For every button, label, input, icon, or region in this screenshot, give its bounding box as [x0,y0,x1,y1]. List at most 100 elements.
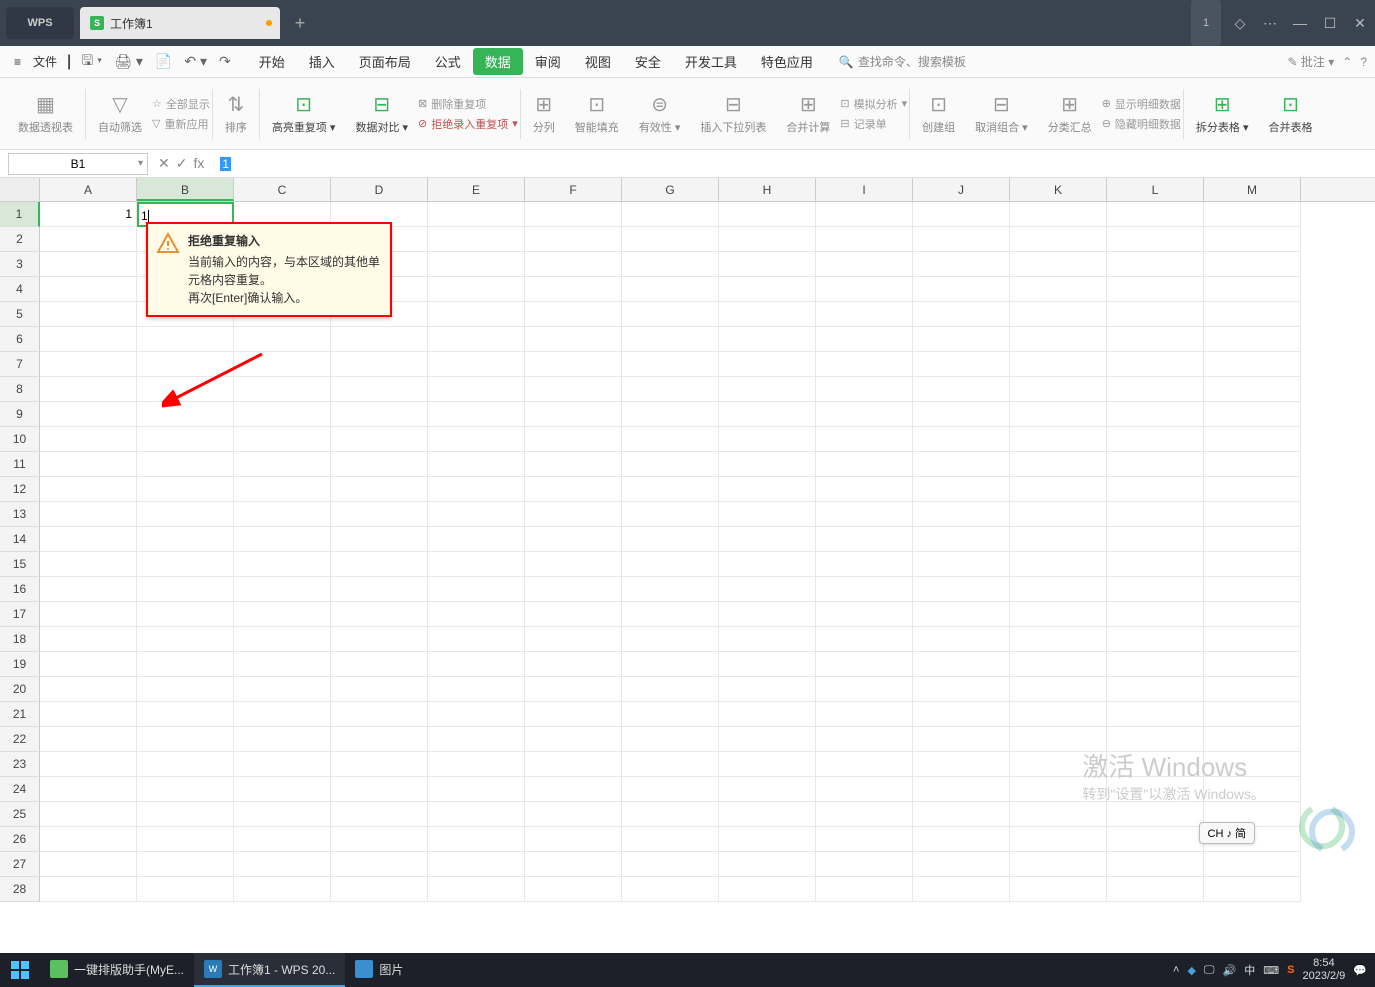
cell[interactable] [137,527,234,552]
cell[interactable] [428,202,525,227]
validation-button[interactable]: ⊜有效性 ▾ [629,78,691,149]
print-icon[interactable]: 🖨 ▾ [108,49,149,74]
cell[interactable] [525,277,622,302]
cell[interactable] [622,702,719,727]
cell[interactable] [913,752,1010,777]
cell[interactable] [719,852,816,877]
cell[interactable] [816,677,913,702]
pivot-table-button[interactable]: ▦数据透视表 [8,78,83,149]
cell[interactable] [1107,527,1204,552]
cell[interactable] [1010,627,1107,652]
row-header[interactable]: 2 [0,227,40,252]
cell[interactable] [816,802,913,827]
cell[interactable] [719,252,816,277]
col-header-b[interactable]: B [137,178,234,201]
cell[interactable] [719,352,816,377]
cell[interactable] [1204,377,1301,402]
cell[interactable] [1107,452,1204,477]
cell[interactable] [137,702,234,727]
cell[interactable] [816,777,913,802]
maximize-button[interactable]: ☐ [1315,0,1345,46]
cancel-edit-icon[interactable]: ✕ [158,155,170,172]
data-compare-button[interactable]: ⊟数据对比 ▾ [345,78,418,149]
comments-button[interactable]: ✎ 批注 ▾ [1287,53,1334,70]
taskbar-item[interactable]: 图片 [345,953,413,987]
cell[interactable] [622,227,719,252]
cell[interactable] [1107,477,1204,502]
cell[interactable] [913,577,1010,602]
cell[interactable] [719,552,816,577]
row-header[interactable]: 10 [0,427,40,452]
start-button[interactable] [0,953,40,987]
command-search[interactable]: 🔍 查找命令、搜索模板 [839,53,966,70]
cell[interactable] [428,602,525,627]
row-header[interactable]: 13 [0,502,40,527]
cell[interactable] [428,277,525,302]
cell[interactable] [137,852,234,877]
cell[interactable] [719,652,816,677]
row-header[interactable]: 7 [0,352,40,377]
cell[interactable] [40,777,137,802]
cell[interactable] [719,777,816,802]
cell[interactable] [1010,877,1107,902]
cell[interactable] [137,577,234,602]
cell[interactable] [1107,302,1204,327]
cell[interactable] [234,527,331,552]
cell[interactable] [331,877,428,902]
cell[interactable] [234,877,331,902]
system-tray[interactable]: ˄ ◆ 🖵 🔊 中 ⌨ S 8:54 2023/2/9 💬 [1173,957,1375,983]
row-header[interactable]: 27 [0,852,40,877]
cell[interactable] [719,277,816,302]
cell[interactable] [913,602,1010,627]
cell[interactable] [137,327,234,352]
cell[interactable] [525,202,622,227]
cell[interactable] [816,502,913,527]
cell[interactable] [234,627,331,652]
cell[interactable] [331,827,428,852]
spreadsheet-grid[interactable]: A B C D E F G H I J K L M 11123456789101… [0,178,1375,914]
row-header[interactable]: 4 [0,277,40,302]
cell[interactable] [1107,652,1204,677]
highlight-dup-button[interactable]: ⊡高亮重复项 ▾ [262,78,346,149]
cell[interactable] [525,602,622,627]
cell[interactable] [137,877,234,902]
cell[interactable] [428,777,525,802]
cell[interactable] [1204,652,1301,677]
formula-input[interactable]: 1 [214,157,1375,171]
cell[interactable] [719,377,816,402]
row-header[interactable]: 25 [0,802,40,827]
cell[interactable] [816,652,913,677]
cell[interactable] [1107,502,1204,527]
cell[interactable] [525,727,622,752]
group-button[interactable]: ⊡创建组 [912,78,965,149]
cell[interactable] [622,327,719,352]
cell[interactable] [622,602,719,627]
cell[interactable] [525,752,622,777]
cell[interactable] [816,427,913,452]
cell[interactable] [525,302,622,327]
cell[interactable] [331,852,428,877]
cell[interactable] [1204,477,1301,502]
tab-data[interactable]: 数据 [473,48,523,75]
row-header[interactable]: 8 [0,377,40,402]
cell[interactable] [1010,827,1107,852]
cell[interactable] [525,477,622,502]
name-box[interactable]: B1 ▾ [8,153,148,175]
cell[interactable] [1107,602,1204,627]
cell[interactable] [1010,527,1107,552]
cell[interactable] [913,727,1010,752]
cell[interactable] [428,702,525,727]
cell[interactable] [40,752,137,777]
cell[interactable] [913,502,1010,527]
confirm-edit-icon[interactable]: ✓ [176,155,188,172]
hide-detail-button[interactable]: ⊖ 隐藏明细数据 [1102,116,1181,132]
row-header[interactable]: 21 [0,702,40,727]
cell[interactable] [525,427,622,452]
cell[interactable] [913,302,1010,327]
cell[interactable] [816,552,913,577]
cell[interactable] [428,827,525,852]
row-header[interactable]: 24 [0,777,40,802]
cell[interactable] [622,652,719,677]
cell[interactable] [1010,252,1107,277]
wps-logo-tab[interactable]: WPS [6,7,74,39]
